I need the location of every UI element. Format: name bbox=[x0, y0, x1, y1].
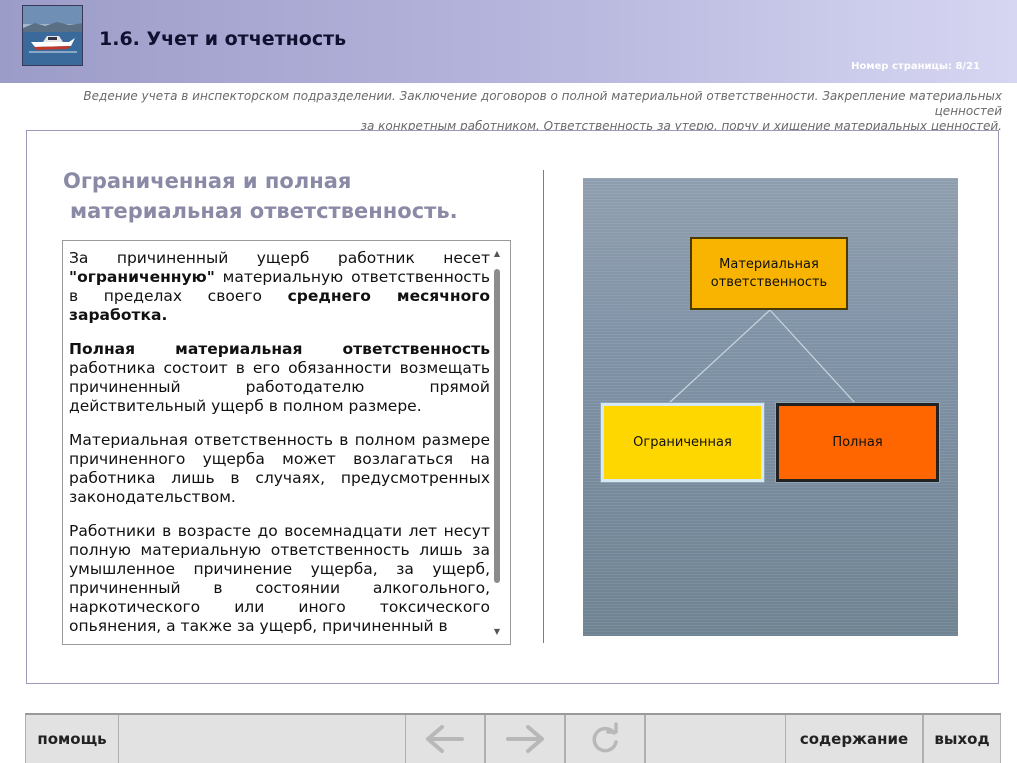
box-top-line-2: ответственность bbox=[710, 274, 828, 290]
paragraph-1: За причиненный ущерб работник несет "огр… bbox=[69, 249, 490, 325]
reload-button[interactable] bbox=[565, 715, 645, 763]
footer-spacer-right bbox=[645, 715, 785, 763]
box-top-line-1: Материальная bbox=[719, 256, 819, 272]
footer-nav: помощь содержание выход bbox=[25, 713, 1001, 763]
page-title: 1.6. Учет и отчетность bbox=[99, 28, 347, 50]
arrow-left-icon bbox=[426, 725, 464, 753]
paragraph-2-text: работника состоит в его обязанности возм… bbox=[69, 359, 490, 415]
diagram-box-material-responsibility: Материальная ответственность bbox=[690, 237, 848, 310]
boat-logo bbox=[22, 5, 83, 66]
back-button[interactable] bbox=[405, 715, 485, 763]
paragraph-2-bold: Полная материальная ответственность bbox=[69, 340, 490, 358]
page-number: Номер страницы: 8/21 bbox=[851, 61, 980, 72]
responsibility-diagram: Материальная ответственность Ограниченна… bbox=[583, 178, 958, 636]
footer-spacer-left bbox=[119, 715, 405, 763]
diagram-box-limited: Ограниченная bbox=[600, 402, 765, 483]
arrow-right-icon bbox=[506, 725, 544, 753]
scrollable-text-box[interactable]: За причиненный ущерб работник несет "огр… bbox=[62, 240, 511, 645]
reload-icon bbox=[592, 722, 618, 753]
paragraph-3: Материальная ответственность в полном ра… bbox=[69, 431, 490, 506]
subtitle-line-1: Ведение учета в инспекторском подразделе… bbox=[83, 89, 1002, 118]
paragraph-1-bold-a: "ограниченную" bbox=[69, 268, 215, 286]
scrollbar-thumb[interactable] bbox=[494, 269, 500, 583]
vertical-divider bbox=[543, 170, 544, 643]
scroll-down-icon[interactable]: ▼ bbox=[492, 627, 502, 637]
exit-button[interactable]: выход bbox=[923, 715, 1001, 763]
vertical-scrollbar[interactable]: ▲ ▼ bbox=[492, 249, 502, 637]
section-title: Ограниченная и полная материальная ответ… bbox=[63, 166, 533, 226]
text-content: За причиненный ущерб работник несет "огр… bbox=[69, 249, 490, 644]
paragraph-4: Работники в возрасте до восемнадцати лет… bbox=[69, 522, 490, 635]
paragraph-2: Полная материальная ответственность рабо… bbox=[69, 340, 490, 416]
contents-button[interactable]: содержание bbox=[785, 715, 923, 763]
forward-button[interactable] bbox=[485, 715, 565, 763]
section-title-line-1: Ограниченная и полная bbox=[63, 169, 352, 193]
header-bar: 1.6. Учет и отчетность Номер страницы: 8… bbox=[0, 0, 1017, 83]
section-title-line-2: материальная ответственность. bbox=[70, 199, 458, 223]
help-button[interactable]: помощь bbox=[25, 715, 119, 763]
topic-subtitle: Ведение учета в инспекторском подразделе… bbox=[20, 89, 1002, 134]
paragraph-1-text-a: За причиненный ущерб работник несет bbox=[69, 249, 490, 267]
diagram-box-full: Полная bbox=[775, 402, 940, 483]
scroll-up-icon[interactable]: ▲ bbox=[492, 249, 502, 259]
